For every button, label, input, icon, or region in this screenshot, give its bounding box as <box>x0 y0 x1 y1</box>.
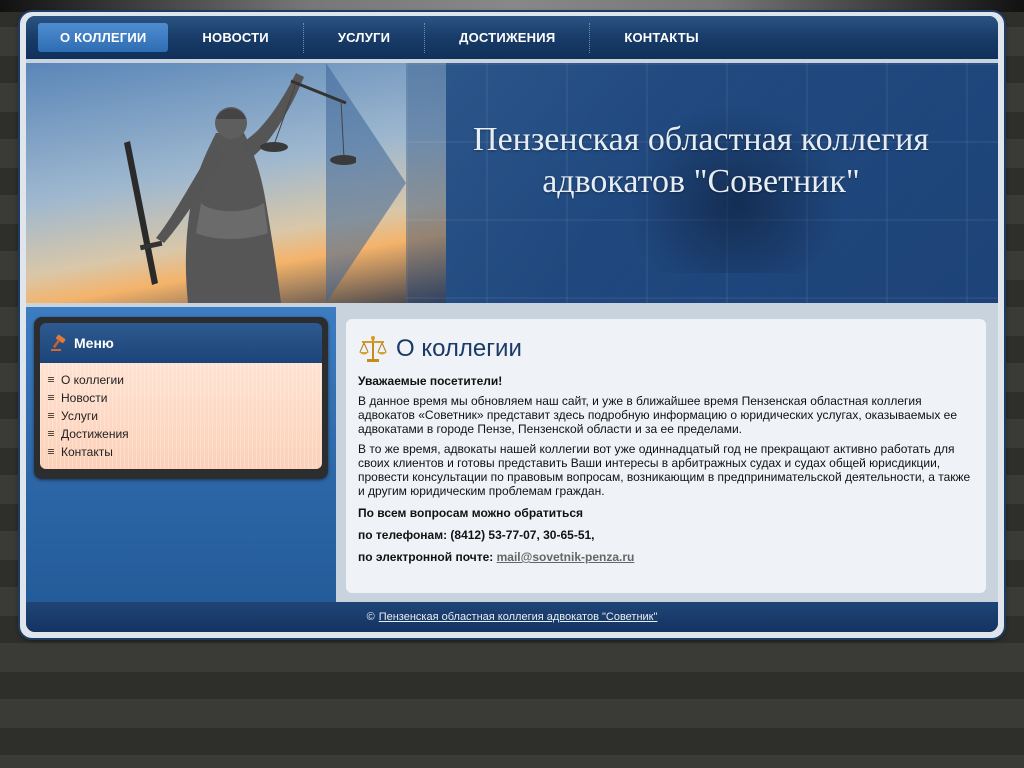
nav-item-about[interactable]: О КОЛЛЕГИИ <box>38 23 169 52</box>
site-title-line1: Пензенская областная коллегия <box>473 121 929 158</box>
content-body: Уважаемые посетители! В данное время мы … <box>358 374 978 570</box>
nav-separator <box>589 22 591 53</box>
bullet-icon <box>48 377 54 383</box>
bullet-icon <box>48 395 54 401</box>
nav-separator <box>302 22 304 53</box>
nav-separator <box>424 22 426 53</box>
sidebar-item-label: О коллегии <box>61 373 124 387</box>
sidebar-item-label: Достижения <box>61 427 129 441</box>
sidebar-item-news[interactable]: Новости <box>40 389 322 407</box>
nav-item-contacts[interactable]: КОНТАКТЫ <box>602 23 720 52</box>
main-nav: О КОЛЛЕГИИ НОВОСТИ УСЛУГИ ДОСТИЖЕНИЯ КОН… <box>26 16 998 59</box>
top-strip <box>0 0 1024 12</box>
greeting-text: Уважаемые посетители! <box>358 374 503 388</box>
menu-title: Меню <box>74 335 114 351</box>
menu-list: О коллегии Новости Услуги Достижения Кон… <box>40 363 322 469</box>
site-title: Пензенская областная коллегия адвокатов … <box>426 119 976 203</box>
sidebar-item-contacts[interactable]: Контакты <box>40 443 322 461</box>
footer-link[interactable]: Пензенская областная коллегия адвокатов … <box>379 611 658 623</box>
sidebar-item-label: Услуги <box>61 409 98 423</box>
sidebar: Меню О коллегии Новости Услуги Достижени… <box>26 307 336 602</box>
services-paragraph: В то же время, адвокаты нашей коллегии в… <box>358 442 971 498</box>
copyright-symbol: © <box>366 611 375 623</box>
header-banner: Пензенская областная коллегия адвокатов … <box>26 63 998 303</box>
email-link[interactable]: mail@sovetnik-penza.ru <box>497 550 635 564</box>
page-title: О коллегии <box>396 335 522 362</box>
sidebar-item-services[interactable]: Услуги <box>40 407 322 425</box>
lady-justice-image <box>124 73 356 303</box>
sidebar-menu: Меню О коллегии Новости Услуги Достижени… <box>34 317 328 479</box>
nav-item-news[interactable]: НОВОСТИ <box>180 23 290 52</box>
gavel-icon <box>51 334 66 351</box>
email-row: по электронной почте: mail@sovetnik-penz… <box>358 550 978 564</box>
phone-text: по телефонам: (8412) 53-77-07, 30-65-51, <box>358 528 595 542</box>
page-title-row: О коллегии <box>358 334 522 364</box>
sidebar-item-label: Контакты <box>61 445 113 459</box>
menu-header: Меню <box>40 323 322 363</box>
bullet-icon <box>48 413 54 419</box>
bullet-icon <box>48 449 54 455</box>
sidebar-item-achievements[interactable]: Достижения <box>40 425 322 443</box>
bullet-icon <box>48 431 54 437</box>
sidebar-item-about[interactable]: О коллегии <box>40 371 322 389</box>
contact-heading: По всем вопросам можно обратиться <box>358 506 584 520</box>
nav-item-services[interactable]: УСЛУГИ <box>316 23 412 52</box>
footer: © Пензенская областная коллегия адвокато… <box>26 602 998 632</box>
scales-icon <box>359 336 387 362</box>
nav-item-achievements[interactable]: ДОСТИЖЕНИЯ <box>437 23 577 52</box>
email-label: по электронной почте: <box>358 550 494 564</box>
sidebar-item-label: Новости <box>61 391 108 405</box>
intro-paragraph: В данное время мы обновляем наш сайт, и … <box>358 394 957 436</box>
site-title-line2: адвокатов "Советник" <box>542 163 860 200</box>
